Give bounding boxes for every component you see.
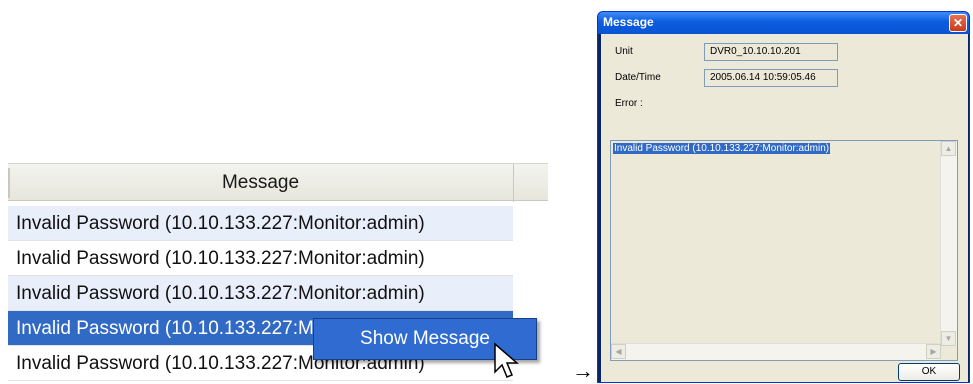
scroll-left-icon[interactable]: ◀ xyxy=(611,344,626,359)
close-button[interactable]: ✕ xyxy=(949,14,967,32)
dialog-titlebar[interactable]: Message ✕ xyxy=(598,12,969,34)
vertical-scrollbar[interactable]: ▲ ▼ xyxy=(940,141,957,346)
datetime-label: Date/Time xyxy=(615,72,661,83)
dialog-title: Message xyxy=(603,15,654,29)
datetime-field: 2005.06.14 10:59:05.46 xyxy=(704,69,838,87)
list-header: Message xyxy=(8,163,548,202)
ok-button[interactable]: OK xyxy=(898,363,960,381)
unit-label: Unit xyxy=(615,46,633,57)
mouse-pointer-icon xyxy=(494,342,520,378)
error-textarea[interactable]: Invalid Password (10.10.133.227:Monitor:… xyxy=(610,140,958,361)
list-row[interactable]: Invalid Password (10.10.133.227:Monitor:… xyxy=(8,241,513,276)
list-row[interactable]: Invalid Password (10.10.133.227:Monitor:… xyxy=(8,206,513,241)
dialog-body: Unit DVR0_10.10.10.201 Date/Time 2005.06… xyxy=(601,34,968,382)
message-dialog: Message ✕ Unit DVR0_10.10.10.201 Date/Ti… xyxy=(597,11,970,383)
error-text: Invalid Password (10.10.133.227:Monitor:… xyxy=(613,143,831,154)
unit-field: DVR0_10.10.10.201 xyxy=(704,43,838,61)
flow-arrow: → xyxy=(572,358,594,383)
error-label: Error : xyxy=(615,98,643,109)
column-header-message[interactable]: Message xyxy=(8,164,514,202)
horizontal-scrollbar[interactable]: ◀ ▶ xyxy=(611,343,941,360)
scroll-right-icon[interactable]: ▶ xyxy=(926,344,941,359)
list-row[interactable]: Invalid Password (10.10.133.227:Monitor:… xyxy=(8,276,513,311)
scroll-down-icon[interactable]: ▼ xyxy=(941,331,956,346)
scroll-up-icon[interactable]: ▲ xyxy=(941,141,956,156)
